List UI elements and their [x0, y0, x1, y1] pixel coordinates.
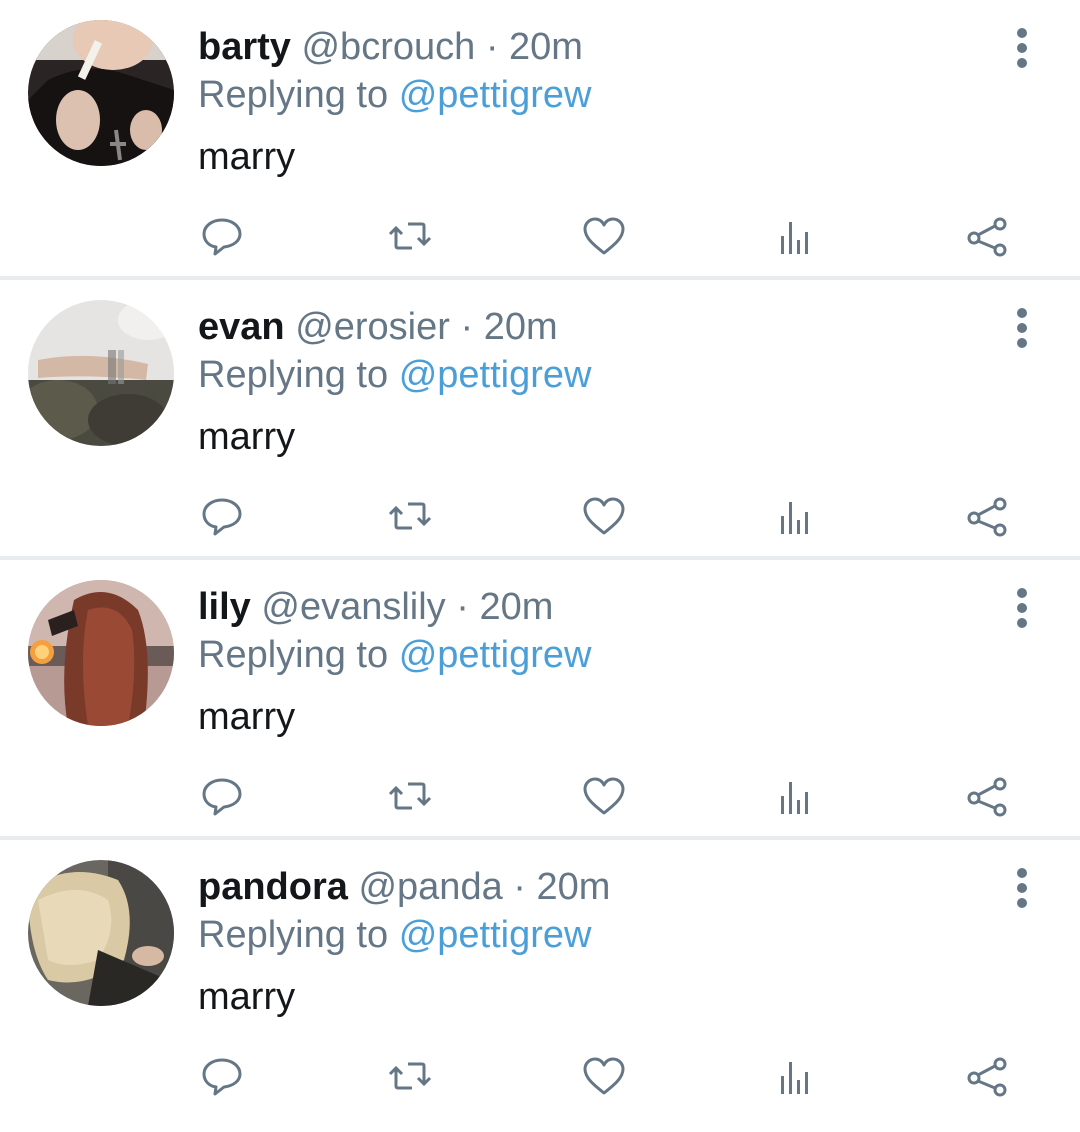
display-name[interactable]: barty — [198, 26, 291, 68]
mention-link[interactable]: @pettigrew — [399, 914, 592, 956]
replying-prefix: Replying to — [198, 74, 389, 116]
action-bar — [0, 770, 1080, 822]
retweet-button[interactable] — [384, 770, 436, 822]
display-name[interactable]: pandora — [198, 866, 348, 908]
separator-dot: · — [460, 306, 474, 348]
like-button[interactable] — [578, 770, 630, 822]
mention-link[interactable]: @pettigrew — [399, 354, 592, 396]
reply-list: barty @bcrouch · 20m Replying to @pettig… — [0, 0, 1080, 1120]
tweet-text: marry — [198, 416, 296, 458]
replying-prefix: Replying to — [198, 914, 389, 956]
reply-icon — [202, 498, 242, 536]
reply-button[interactable] — [196, 490, 248, 542]
tweet[interactable]: barty @bcrouch · 20m Replying to @pettig… — [0, 0, 1080, 280]
user-handle[interactable]: @evanslily — [261, 586, 445, 628]
avatar[interactable] — [28, 300, 174, 446]
timestamp[interactable]: 20m — [509, 26, 583, 68]
replying-to-line: Replying to @pettigrew — [198, 630, 990, 680]
share-button[interactable] — [962, 1050, 1014, 1102]
share-icon — [967, 777, 1007, 817]
retweet-icon — [388, 222, 432, 250]
separator-dot: · — [456, 586, 469, 628]
like-button[interactable] — [578, 210, 630, 262]
replying-prefix: Replying to — [198, 634, 389, 676]
avatar[interactable] — [28, 20, 174, 166]
more-options-icon[interactable] — [1006, 308, 1038, 348]
reply-icon — [202, 778, 242, 816]
avatar-photo — [28, 300, 174, 446]
reply-button[interactable] — [196, 1050, 248, 1102]
replying-to-line: Replying to @pettigrew — [198, 910, 990, 960]
analytics-button[interactable] — [770, 210, 822, 262]
share-button[interactable] — [962, 490, 1014, 542]
share-button[interactable] — [962, 770, 1014, 822]
tweet-text: marry — [198, 136, 296, 178]
like-button[interactable] — [578, 1050, 630, 1102]
avatar[interactable] — [28, 860, 174, 1006]
like-icon — [583, 217, 625, 255]
separator-dot: · — [513, 866, 526, 908]
avatar-photo — [28, 860, 174, 1006]
retweet-button[interactable] — [384, 210, 436, 262]
tweet[interactable]: lily @evanslily · 20m Replying to @petti… — [0, 560, 1080, 840]
timestamp[interactable]: 20m — [479, 586, 553, 628]
reply-button[interactable] — [196, 770, 248, 822]
reply-button[interactable] — [196, 210, 248, 262]
retweet-icon — [388, 502, 432, 530]
like-icon — [583, 1057, 625, 1095]
replying-to-line: Replying to @pettigrew — [198, 350, 990, 400]
timestamp[interactable]: 20m — [537, 866, 611, 908]
avatar-photo — [28, 20, 174, 166]
share-icon — [967, 497, 1007, 537]
analytics-button[interactable] — [770, 490, 822, 542]
analytics-icon — [781, 1062, 808, 1094]
reply-icon — [202, 1058, 242, 1096]
retweet-button[interactable] — [384, 1050, 436, 1102]
action-bar — [0, 490, 1080, 542]
timestamp[interactable]: 20m — [484, 306, 558, 348]
tweet-text: marry — [198, 696, 296, 738]
tweet[interactable]: pandora @panda · 20m Replying to @pettig… — [0, 840, 1080, 1120]
retweet-button[interactable] — [384, 490, 436, 542]
mention-link[interactable]: @pettigrew — [399, 74, 592, 116]
mention-link[interactable]: @pettigrew — [399, 634, 592, 676]
analytics-icon — [781, 222, 808, 254]
action-bar — [0, 1050, 1080, 1102]
user-handle[interactable]: @panda — [358, 866, 502, 908]
more-options-icon[interactable] — [1006, 28, 1038, 68]
more-options-icon[interactable] — [1006, 588, 1038, 628]
avatar[interactable] — [28, 580, 174, 726]
reply-icon — [202, 218, 242, 256]
share-icon — [967, 217, 1007, 257]
action-bar — [0, 210, 1080, 262]
user-handle[interactable]: @erosier — [295, 306, 450, 348]
analytics-icon — [781, 782, 808, 814]
like-icon — [583, 497, 625, 535]
share-button[interactable] — [962, 210, 1014, 262]
replying-prefix: Replying to — [198, 354, 389, 396]
display-name[interactable]: evan — [198, 306, 285, 348]
tweet[interactable]: evan @erosier · 20m Replying to @pettigr… — [0, 280, 1080, 560]
like-button[interactable] — [578, 490, 630, 542]
analytics-button[interactable] — [770, 770, 822, 822]
display-name[interactable]: lily — [198, 586, 251, 628]
share-icon — [967, 1057, 1007, 1097]
retweet-icon — [388, 782, 432, 810]
separator-dot: · — [485, 26, 499, 68]
tweet-text: marry — [198, 976, 296, 1018]
like-icon — [583, 777, 625, 815]
user-handle[interactable]: @bcrouch — [301, 26, 475, 68]
replying-to-line: Replying to @pettigrew — [198, 70, 990, 120]
avatar-photo — [28, 580, 174, 726]
analytics-icon — [781, 502, 808, 534]
retweet-icon — [388, 1062, 432, 1090]
analytics-button[interactable] — [770, 1050, 822, 1102]
more-options-icon[interactable] — [1006, 868, 1038, 908]
